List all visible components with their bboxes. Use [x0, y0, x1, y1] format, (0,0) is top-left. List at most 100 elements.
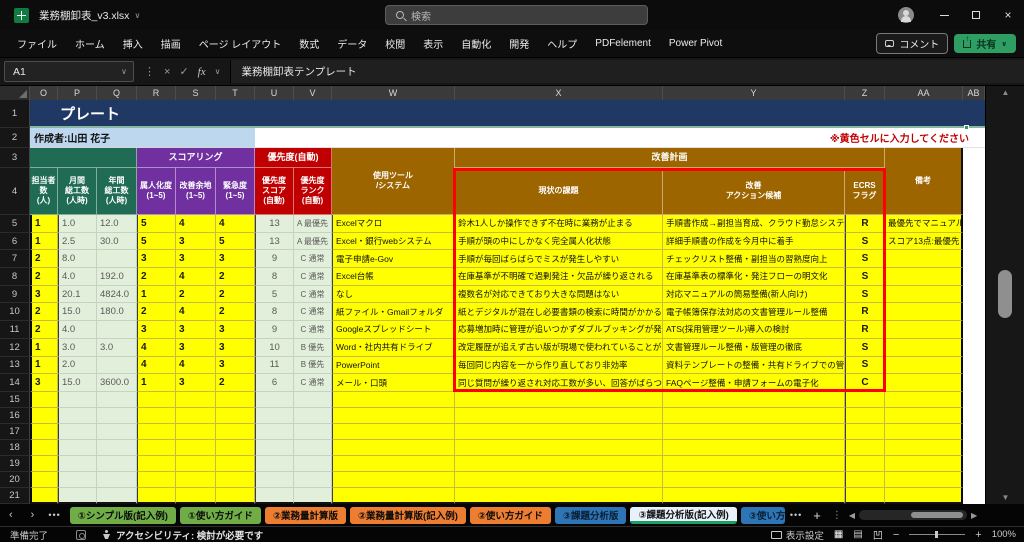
group-header-scoring[interactable]: スコアリング	[137, 148, 255, 168]
cell-t[interactable]	[216, 456, 255, 472]
ribbon-tab[interactable]: 描画	[152, 36, 190, 51]
cell-s[interactable]: 4	[176, 268, 216, 286]
cell-s[interactable]	[176, 424, 216, 440]
macro-record-icon[interactable]	[76, 530, 86, 540]
row-header[interactable]: 2	[0, 128, 30, 148]
cell-o[interactable]	[30, 456, 58, 472]
horizontal-scrollbar[interactable]: ◀ ▶	[849, 510, 977, 520]
cell-u[interactable]: 5	[255, 286, 294, 304]
column-header-priority-score[interactable]: 優先度 スコア (自動)	[255, 168, 294, 215]
cell-u[interactable]: 13	[255, 215, 294, 233]
cell-v[interactable]: A 最優先	[294, 233, 332, 251]
cell-p[interactable]: 15.0	[58, 303, 97, 321]
cell-q[interactable]	[97, 424, 137, 440]
cell-s[interactable]	[176, 472, 216, 488]
selection-handle[interactable]	[964, 125, 969, 130]
column-header-staff-count[interactable]: 担当者数 (人)	[30, 168, 58, 215]
row-header[interactable]: 6	[0, 233, 30, 251]
cell-aa[interactable]	[885, 456, 963, 472]
zoom-in-icon[interactable]: +	[975, 529, 981, 541]
view-settings-button[interactable]: 表示設定	[771, 528, 824, 542]
search-input[interactable]: 検索	[385, 5, 648, 25]
cell-z[interactable]	[845, 472, 885, 488]
cell-w[interactable]: Word・社内共有ドライブ	[332, 339, 455, 357]
cell-v[interactable]: C 通常	[294, 303, 332, 321]
cell-y[interactable]: 電子帳簿保存法対応の文書管理ルール整備	[663, 303, 845, 321]
cell-z[interactable]: S	[845, 357, 885, 375]
horizontal-scroll-track[interactable]	[859, 510, 967, 520]
cell-u[interactable]	[255, 488, 294, 504]
column-header-priority-rank[interactable]: 優先度 ランク (自動)	[294, 168, 332, 215]
row-header[interactable]: 19	[0, 456, 30, 472]
cell-o[interactable]: 2	[30, 321, 58, 339]
cell-ab[interactable]	[963, 424, 985, 440]
cell-o[interactable]	[30, 440, 58, 456]
cell-v[interactable]	[294, 440, 332, 456]
cell-ab[interactable]	[963, 440, 985, 456]
cell-u[interactable]: 10	[255, 339, 294, 357]
cell-aa[interactable]: スコア13点:最優先	[885, 233, 963, 251]
column-header-X[interactable]: X	[455, 86, 663, 100]
cell-w[interactable]	[332, 408, 455, 424]
cell-aa[interactable]: 最優先でマニュアル化	[885, 215, 963, 233]
cell-w[interactable]: Googleスプレッドシート	[332, 321, 455, 339]
row-header[interactable]: 21	[0, 488, 30, 504]
cell-p[interactable]	[58, 424, 97, 440]
column-header-AA[interactable]: AA	[885, 86, 963, 100]
cell-v[interactable]	[294, 472, 332, 488]
cell-ab[interactable]	[963, 321, 985, 339]
cell-r[interactable]: 5	[137, 233, 176, 251]
ribbon-tab[interactable]: 表示	[414, 36, 452, 51]
zoom-level[interactable]: 100%	[992, 529, 1016, 540]
cell-v[interactable]: C 通常	[294, 321, 332, 339]
ribbon-tab[interactable]: ホーム	[66, 36, 114, 51]
cell-y[interactable]	[663, 488, 845, 504]
template-title-banner[interactable]: プレート	[30, 100, 985, 128]
cell-aa[interactable]	[885, 440, 963, 456]
sheet-nav-left-icon[interactable]: ‹	[0, 509, 22, 521]
cell-o[interactable]: 3	[30, 374, 58, 392]
row-header[interactable]: 11	[0, 321, 30, 339]
cell-w[interactable]	[332, 392, 455, 408]
cell-y[interactable]	[663, 472, 845, 488]
sheet-tab-blue[interactable]: ③課題分析版	[555, 507, 627, 524]
confirm-entry-icon[interactable]: ✓	[179, 65, 188, 78]
ribbon-tab[interactable]: 数式	[290, 36, 328, 51]
input-note-cell[interactable]: ※黄色セルに入力してください	[255, 128, 985, 148]
row-header[interactable]: 1	[0, 100, 30, 128]
column-header-improvement-room[interactable]: 改善余地 (1~5)	[176, 168, 216, 215]
cell-v[interactable]	[294, 392, 332, 408]
cell-s[interactable]	[176, 392, 216, 408]
cell-y[interactable]	[663, 456, 845, 472]
cell-u[interactable]	[255, 424, 294, 440]
cell-u[interactable]: 13	[255, 233, 294, 251]
cell-w[interactable]: Excel台帳	[332, 268, 455, 286]
row-header[interactable]: 4	[0, 168, 30, 215]
sheet-nav-right-icon[interactable]: ›	[22, 509, 44, 521]
cell-x[interactable]: 鈴木1人しか操作できず不在時に業務が止まる	[455, 215, 663, 233]
cell-w[interactable]: 紙ファイル・Gmailフォルダ	[332, 303, 455, 321]
cell-ab[interactable]	[963, 374, 985, 392]
cell-u[interactable]: 8	[255, 303, 294, 321]
sheet-tab-active[interactable]: ③課題分析版(記入例)	[630, 507, 736, 524]
cell-w[interactable]: Excelマクロ	[332, 215, 455, 233]
ribbon-tab[interactable]: データ	[328, 36, 376, 51]
cell-o[interactable]: 1	[30, 233, 58, 251]
cell-s[interactable]: 3	[176, 339, 216, 357]
cell-t[interactable]: 2	[216, 303, 255, 321]
cell-q[interactable]	[97, 321, 137, 339]
author-cell[interactable]: 作成者:山田 花子	[30, 128, 255, 148]
cell-s[interactable]: 4	[176, 357, 216, 375]
row-header[interactable]: 16	[0, 408, 30, 424]
name-box[interactable]: A1 ∨	[4, 61, 134, 82]
cell-ab[interactable]	[963, 233, 985, 251]
cell-r[interactable]: 5	[137, 215, 176, 233]
column-header-P[interactable]: P	[58, 86, 97, 100]
cancel-entry-icon[interactable]: ×	[164, 66, 170, 78]
cell-r[interactable]: 2	[137, 303, 176, 321]
cell-x[interactable]: 紙とデジタルが混在し必要書類の検索に時間がかかる	[455, 303, 663, 321]
zoom-out-icon[interactable]: −	[893, 529, 899, 541]
column-header-V[interactable]: V	[294, 86, 332, 100]
ribbon-tab[interactable]: ページ レイアウト	[190, 36, 291, 51]
cell-ab[interactable]	[963, 357, 985, 375]
